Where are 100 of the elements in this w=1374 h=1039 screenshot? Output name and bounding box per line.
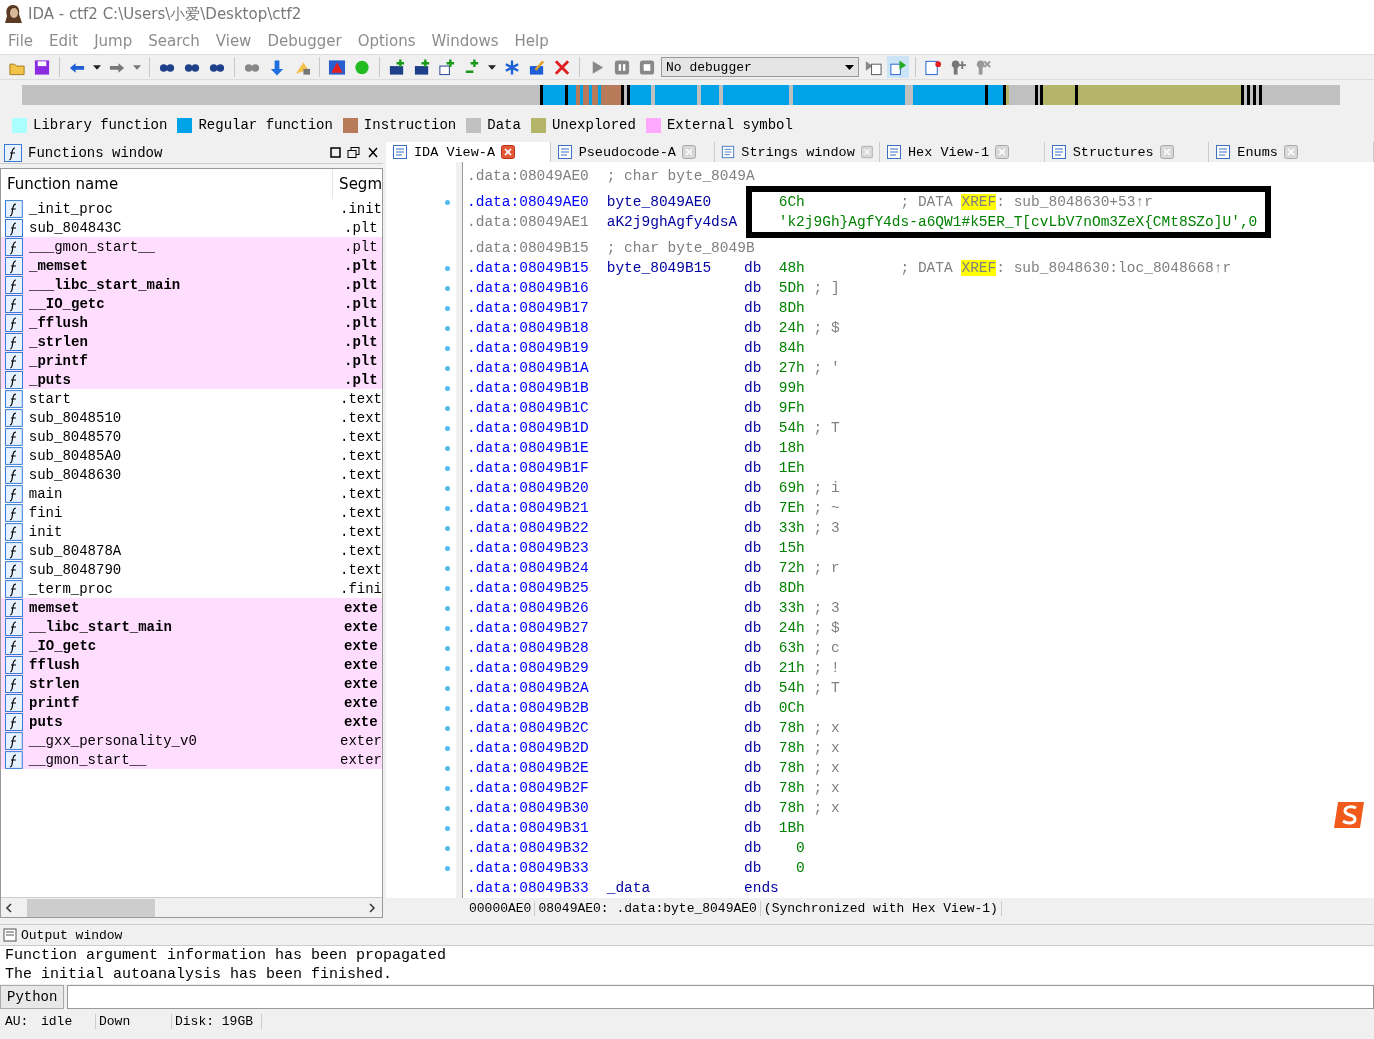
segment-name: .plt — [344, 219, 378, 236]
address: .data:08049B1C — [467, 400, 590, 416]
segment-name: .text — [340, 409, 382, 426]
status-text: Disk: 19GB — [172, 1013, 262, 1029]
function-row[interactable]: _memset .plt — [1, 256, 382, 275]
function-row[interactable]: __libc_start_main exte — [1, 617, 382, 636]
directive: db — [744, 500, 763, 516]
function-row[interactable]: memset exte — [1, 598, 382, 617]
function-row[interactable]: puts exte — [1, 712, 382, 731]
window-icon — [886, 144, 902, 160]
warning-icon — [328, 57, 346, 77]
operand: 8Dh — [777, 300, 805, 316]
directive: db — [744, 640, 763, 656]
char-comment: ; r — [812, 560, 840, 576]
directive: db — [744, 400, 763, 416]
segment-name: .text — [340, 523, 382, 540]
scrollbar-thumb[interactable] — [27, 898, 155, 917]
command-input[interactable] — [67, 985, 1374, 1009]
function-name: sub_8048790 — [27, 561, 123, 578]
function-name: _init_proc — [27, 200, 114, 217]
label-name[interactable]: byte_8049B15 — [598, 260, 744, 276]
address: .data:08049B28 — [467, 640, 590, 656]
directive: db — [744, 460, 763, 476]
char-comment: ; ' — [812, 360, 840, 376]
address: .data:08049B2B — [467, 700, 590, 716]
debugger-select[interactable]: No debugger — [661, 57, 859, 77]
operand: 0 — [795, 860, 805, 876]
output-line: Function argument information has been propagated — [5, 946, 448, 965]
segment-name: .text — [340, 390, 382, 407]
float-icon[interactable] — [347, 147, 361, 158]
directive: db — [744, 740, 763, 756]
pause-icon — [613, 57, 631, 77]
language-button[interactable]: Python — [0, 985, 65, 1009]
function-name: sub_80485A0 — [27, 447, 123, 464]
function-icon — [5, 332, 23, 351]
label-name[interactable]: _data — [598, 880, 744, 896]
function-row[interactable]: printf exte — [1, 693, 382, 712]
scroll-left-icon[interactable] — [5, 902, 13, 913]
panel-title: Output window — [21, 927, 123, 943]
char-comment: ; T — [812, 680, 840, 696]
function-row[interactable]: fflush exte — [1, 655, 382, 674]
address: .data:08049AE1 — [467, 214, 590, 230]
address: .data:08049B2D — [467, 740, 590, 756]
function-name: sub_8048570 — [27, 428, 123, 445]
scroll-right-icon[interactable] — [368, 902, 376, 913]
status-field: 08049AE0: .data:byte_8049AE0 — [535, 900, 761, 916]
address: .data:08049B25 — [467, 580, 590, 596]
tab[interactable]: IDA View-A — [386, 142, 551, 162]
panel-title: Functions window — [28, 144, 164, 161]
function-icon — [5, 750, 23, 769]
char-comment: ; 3 — [812, 600, 840, 616]
label-name[interactable]: byte_8049AE0 — [598, 194, 744, 210]
window-title: IDA - ctf2 C:\Users\小爱\Desktop\ctf2 — [28, 4, 302, 24]
operand: 1Bh — [777, 820, 805, 836]
function-row[interactable]: strlen exte — [1, 674, 382, 693]
function-name: _memset — [28, 257, 89, 274]
directive: db — [744, 680, 763, 696]
function-icon — [5, 712, 23, 731]
breakpoint-add-icon — [949, 57, 967, 77]
directive: db — [744, 540, 763, 556]
directive: db — [744, 280, 763, 296]
function-row[interactable]: _fflush .plt — [1, 313, 382, 332]
segment-name: .plt — [344, 333, 378, 350]
label-name[interactable]: aK2j9ghAgfy4dsA — [598, 214, 744, 230]
function-row[interactable]: __gmon_start__ exter — [1, 750, 382, 769]
operand: 27h — [777, 360, 805, 376]
function-row[interactable]: __IO_getc .plt — [1, 294, 382, 313]
function-icon — [5, 313, 23, 332]
address: .data:08049B24 — [467, 560, 590, 576]
window-icon — [1215, 144, 1232, 160]
run-button[interactable] — [887, 56, 909, 78]
window-icon — [556, 144, 573, 160]
horizontal-scrollbar[interactable] — [1, 897, 382, 917]
function-row[interactable]: __gxx_personality_v0 exter — [1, 731, 382, 750]
function-row[interactable]: _strlen .plt — [1, 332, 382, 351]
function-name: _fflush — [28, 314, 89, 331]
segment-name: exte — [344, 713, 378, 730]
operand: 0 — [795, 840, 805, 856]
close-icon[interactable] — [367, 147, 379, 158]
column-header[interactable]: Segm — [333, 175, 382, 193]
directive: db — [744, 660, 763, 676]
function-row[interactable]: ___gmon_start__ .plt — [1, 237, 382, 256]
function-row[interactable]: _IO_getc exte — [1, 636, 382, 655]
function-icon — [5, 199, 23, 218]
char-comment: ; ! — [812, 660, 840, 676]
maximize-icon[interactable] — [330, 147, 341, 158]
function-row[interactable]: _printf .plt — [1, 351, 382, 370]
function-name: ___libc_start_main — [28, 276, 182, 293]
function-row[interactable]: ___libc_start_main .plt — [1, 275, 382, 294]
function-row[interactable]: _puts .plt — [1, 370, 382, 389]
function-name: _strlen — [28, 333, 89, 350]
operand: 8Dh — [777, 580, 805, 596]
operand: 0Ch — [777, 700, 805, 716]
char-comment: ; x — [812, 780, 840, 796]
legend-label: External symbol — [666, 117, 793, 133]
function-name: _IO_getc — [28, 637, 98, 654]
char-comment: ; T — [812, 420, 840, 436]
directive: db — [744, 300, 763, 316]
segment-name: exte — [344, 694, 378, 711]
function-icon — [5, 693, 23, 712]
